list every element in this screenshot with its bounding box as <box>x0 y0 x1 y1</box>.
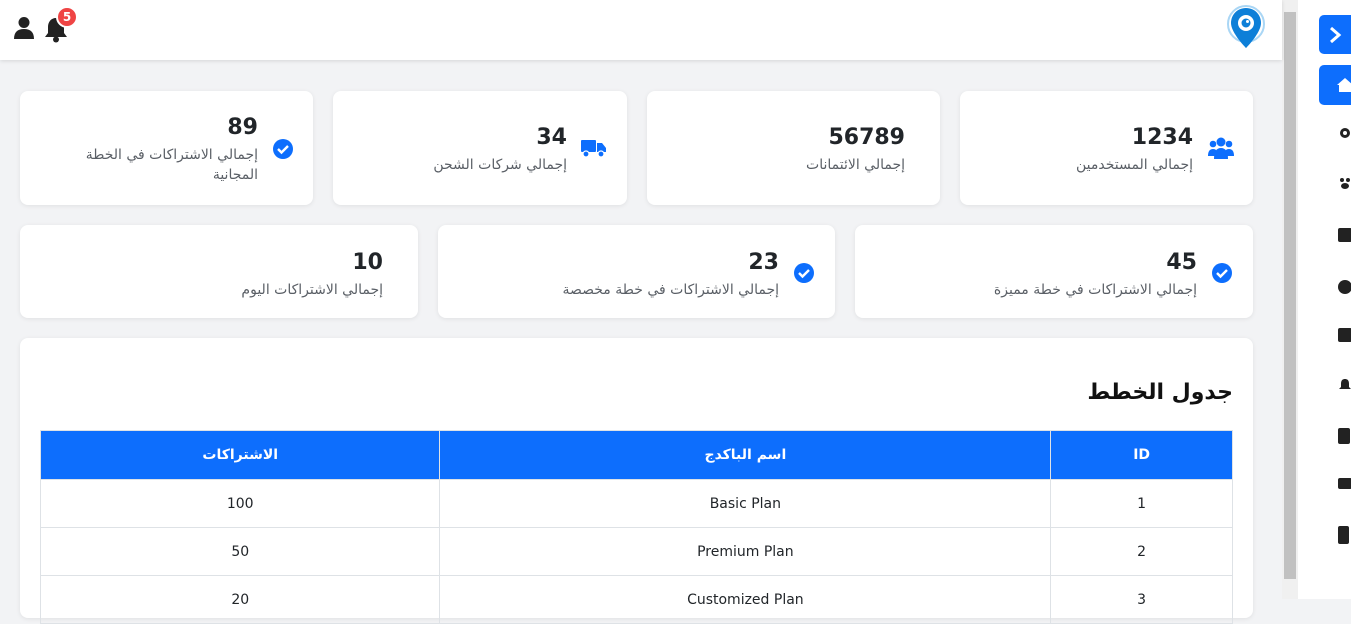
stat-card-custom-plan: 23 إجمالي الاشتراكات في خطة مخصصة <box>438 225 835 318</box>
right-sidebar <box>1298 0 1351 599</box>
table-header-row: الاشتراكات اسم الباكدج ID <box>39 430 1233 480</box>
stat-card-today: 10 إجمالي الاشتراكات اليوم <box>20 225 418 318</box>
stat-label: إجمالي الاشتراكات في خطة مميزة <box>993 282 1197 298</box>
paw-icon[interactable] <box>1338 176 1351 190</box>
cell-package-name: Premium Plan <box>439 527 1052 576</box>
column-header-package-name[interactable]: اسم الباكدج <box>439 430 1052 480</box>
plans-table: الاشتراكات اسم الباكدج ID 100 Basic Plan… <box>39 430 1233 624</box>
envelope-icon[interactable] <box>1338 478 1351 489</box>
stat-label: إجمالي الاشتراكات في الخطة المجانية <box>85 147 258 183</box>
cell-package-name: Customized Plan <box>439 575 1052 624</box>
stat-value: 1234 <box>1131 125 1193 150</box>
cell-subscriptions: 20 <box>39 575 441 624</box>
column-header-subscriptions[interactable]: الاشتراكات <box>39 430 441 480</box>
stat-value: 45 <box>1166 250 1197 275</box>
users-icon <box>1208 137 1234 159</box>
stat-label: إجمالي شركات الشحن <box>433 157 567 173</box>
home-icon <box>1337 78 1351 92</box>
id-card-icon[interactable] <box>1338 228 1351 242</box>
table-row[interactable]: 20 Customized Plan 3 <box>39 575 1233 624</box>
notifications-button[interactable]: 5 <box>44 6 78 43</box>
cell-subscriptions: 50 <box>39 527 441 576</box>
contact-card-icon[interactable] <box>1338 328 1351 342</box>
clipboard-icon[interactable] <box>1338 428 1350 444</box>
stat-label: إجمالي الاشتراكات في خطة مخصصة <box>562 282 779 298</box>
plans-table-title: جدول الخطط <box>1087 380 1233 405</box>
book-icon[interactable] <box>1338 526 1349 544</box>
cell-id: 1 <box>1050 479 1233 528</box>
page-scrollbar-thumb[interactable] <box>1284 12 1296 579</box>
bell-icon[interactable] <box>1338 378 1351 392</box>
truck-icon <box>581 140 606 158</box>
stat-value: 89 <box>227 115 258 140</box>
chevron-right-icon <box>1330 26 1342 43</box>
sidebar-item-home[interactable] <box>1319 65 1351 105</box>
check-circle-icon <box>1212 263 1232 283</box>
stat-label: إجمالي الاشتراكات اليوم <box>241 282 383 298</box>
sidebar-toggle-button[interactable] <box>1319 15 1351 54</box>
app-logo[interactable] <box>1226 4 1266 52</box>
tag-icon[interactable] <box>1338 280 1351 294</box>
table-row[interactable]: 50 Premium Plan 2 <box>39 527 1233 576</box>
stat-label: إجمالي الائتمانات <box>806 157 905 173</box>
check-circle-icon <box>794 263 814 283</box>
stat-card-shipping-companies: 34 إجمالي شركات الشحن <box>333 91 627 205</box>
user-icon[interactable] <box>13 16 35 40</box>
table-row[interactable]: 100 Basic Plan 1 <box>39 479 1233 528</box>
stat-card-free-plan: 89 إجمالي الاشتراكات في الخطة المجانية <box>20 91 313 205</box>
notification-badge: 5 <box>56 6 78 28</box>
stat-value: 56789 <box>828 125 905 150</box>
cell-subscriptions: 100 <box>39 479 441 528</box>
gear-icon[interactable] <box>1338 126 1351 140</box>
plans-panel: جدول الخطط الاشتراكات اسم الباكدج ID 100… <box>20 338 1253 624</box>
cell-id: 2 <box>1050 527 1233 576</box>
top-navbar: 5 <box>0 0 1282 60</box>
stat-value: 23 <box>748 250 779 275</box>
stat-card-premium-plan: 45 إجمالي الاشتراكات في خطة مميزة <box>855 225 1253 318</box>
column-header-id[interactable]: ID <box>1050 430 1233 480</box>
cell-package-name: Basic Plan <box>439 479 1052 528</box>
stat-value: 34 <box>536 125 567 150</box>
cell-id: 3 <box>1050 575 1233 624</box>
stat-card-users: 1234 إجمالي المستخدمين <box>960 91 1253 205</box>
stat-label: إجمالي المستخدمين <box>1075 157 1193 173</box>
stat-card-credits: 56789 إجمالي الائتمانات <box>647 91 940 205</box>
check-circle-icon <box>273 139 293 159</box>
stat-value: 10 <box>352 250 383 275</box>
